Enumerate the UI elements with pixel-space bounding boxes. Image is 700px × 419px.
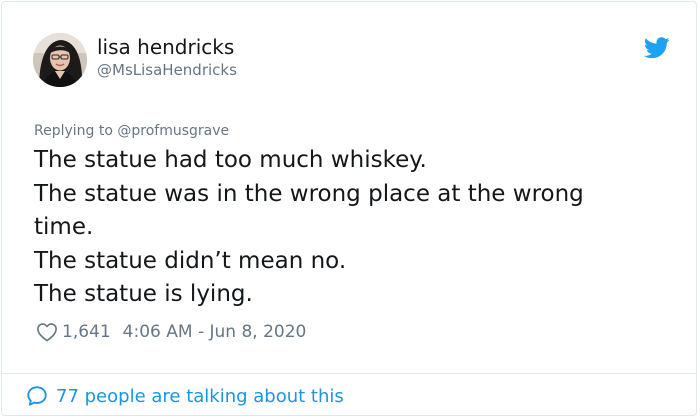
tweet-card: lisa hendricks @MsLisaHendricks Replying… xyxy=(1,1,697,416)
like-count[interactable]: 1,641 xyxy=(62,322,111,342)
replying-to-prefix: Replying to xyxy=(34,123,113,139)
avatar[interactable] xyxy=(33,33,87,87)
replying-to: Replying to @profmusgrave xyxy=(34,122,229,140)
tweet-meta: 1,641 4:06 AM - Jun 8, 2020 xyxy=(36,320,306,344)
speech-bubble-icon xyxy=(27,386,47,406)
tweet-line: The statue didn’t mean no. xyxy=(34,247,347,274)
tweet-line: The statue was in the wrong place at the… xyxy=(34,180,584,207)
tweet-line: time. xyxy=(34,214,94,240)
avatar-image xyxy=(33,33,87,87)
heart-icon[interactable] xyxy=(36,322,58,342)
divider xyxy=(2,373,696,374)
timestamp[interactable]: 4:06 AM - Jun 8, 2020 xyxy=(123,322,307,342)
tweet-line: The statue had too much whiskey. xyxy=(34,147,427,173)
conversation-link-label: 77 people are talking about this xyxy=(56,385,344,407)
conversation-link[interactable]: 77 people are talking about this xyxy=(26,383,344,409)
display-name[interactable]: lisa hendricks xyxy=(97,35,234,59)
tweet-line: The statue is lying. xyxy=(34,281,253,307)
user-handle[interactable]: @MsLisaHendricks xyxy=(97,60,237,80)
reply-to-handle-link[interactable]: @profmusgrave xyxy=(117,123,229,139)
twitter-bird-icon[interactable] xyxy=(643,37,670,59)
tweet-text: The statue had too much whiskey. The sta… xyxy=(34,144,664,312)
